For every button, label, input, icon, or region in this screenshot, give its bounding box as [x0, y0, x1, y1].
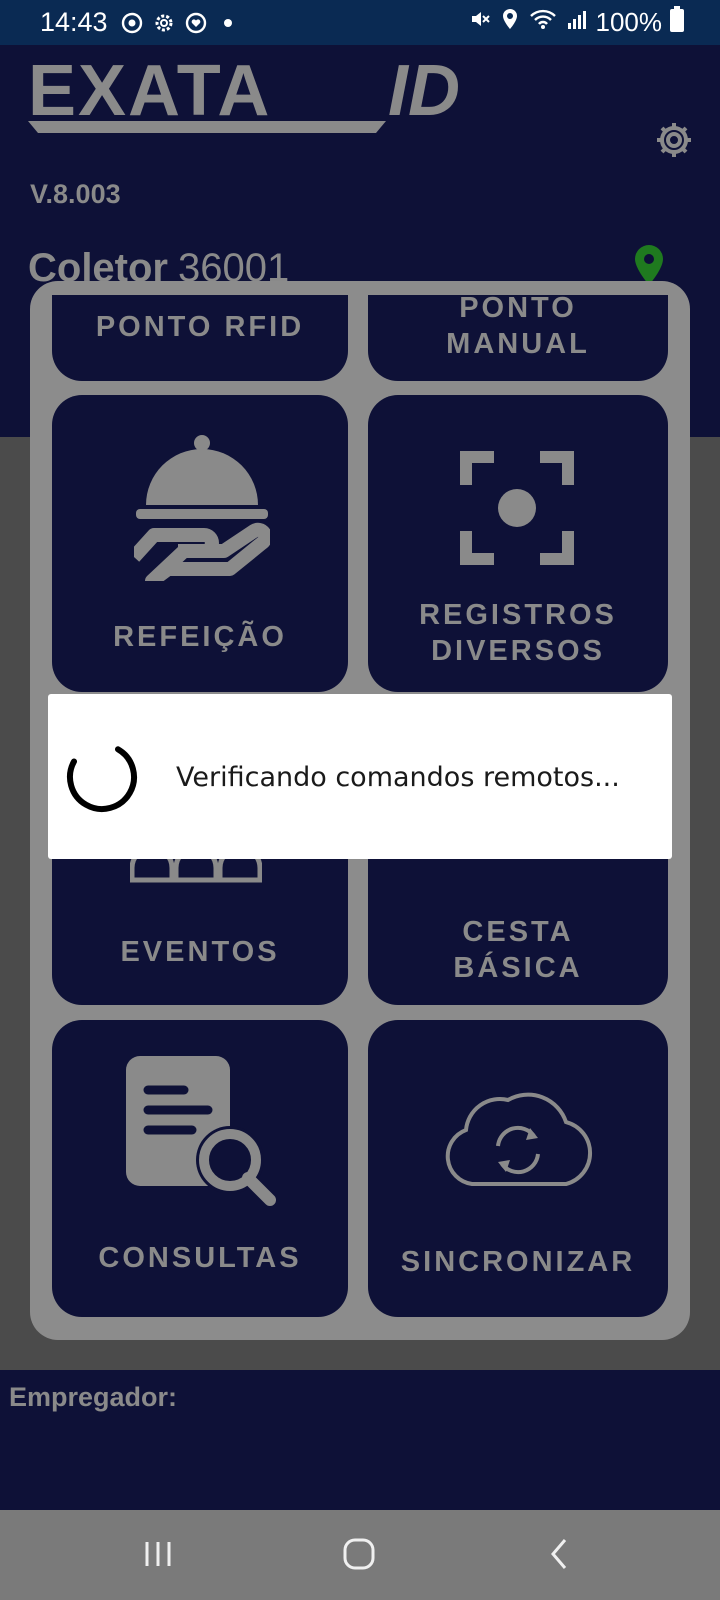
- system-nav-bar: [0, 1510, 720, 1600]
- registros-label-1: REGISTROS: [419, 599, 617, 631]
- cesta-label-2: BÁSICA: [453, 952, 583, 984]
- registros-label-2: DIVERSOS: [431, 635, 605, 667]
- svg-text:EXATA: EXATA: [28, 53, 271, 131]
- refeicao-button[interactable]: REFEIÇÃO: [52, 395, 348, 692]
- status-bar: 14:43 100%: [0, 0, 720, 45]
- consultas-button[interactable]: CONSULTAS: [52, 1020, 348, 1317]
- dot-icon: [214, 9, 242, 37]
- sync-icon: [118, 9, 146, 37]
- recent-apps-icon[interactable]: [133, 1532, 183, 1576]
- ponto-manual-label-2: MANUAL: [446, 328, 590, 360]
- empregador-bar: Empregador:: [0, 1370, 720, 1510]
- home-icon[interactable]: [334, 1532, 384, 1576]
- consultas-label: CONSULTAS: [98, 1242, 302, 1274]
- wifi-icon: [528, 7, 558, 38]
- ponto-manual-button[interactable]: PONTO MANUAL: [368, 292, 668, 381]
- exata-id-logo: EXATA ID: [28, 53, 460, 133]
- serving-tray-icon: [134, 435, 270, 581]
- registros-diversos-button[interactable]: REGISTROS DIVERSOS: [368, 395, 668, 692]
- battery-icon: [670, 6, 684, 39]
- eventos-label: EVENTOS: [120, 936, 280, 968]
- focus-camera-icon: [460, 451, 574, 565]
- cloud-sync-icon: [445, 1092, 593, 1186]
- mute-icon: [468, 7, 492, 38]
- status-time: 14:43: [40, 7, 108, 37]
- back-icon[interactable]: [535, 1532, 585, 1576]
- document-search-icon: [126, 1056, 276, 1206]
- loading-message: Verificando comandos remotos...: [176, 762, 620, 793]
- empregador-label: Empregador:: [9, 1382, 178, 1412]
- ponto-rfid-button[interactable]: PONTO RFID: [52, 295, 348, 381]
- gear-icon[interactable]: [654, 120, 694, 160]
- sincronizar-button[interactable]: SINCRONIZAR: [368, 1020, 668, 1317]
- loading-dialog: Verificando comandos remotos...: [48, 694, 672, 859]
- settings-icon: [150, 9, 178, 37]
- ponto-manual-label-1: PONTO: [459, 292, 577, 324]
- loading-spinner-icon: [67, 742, 137, 812]
- location-icon: [500, 7, 520, 38]
- refeicao-label: REFEIÇÃO: [113, 621, 287, 653]
- svg-text:ID: ID: [388, 53, 460, 131]
- app-version: V.8.003: [30, 179, 121, 209]
- battery-percent: 100%: [595, 7, 663, 37]
- sincronizar-label: SINCRONIZAR: [400, 1246, 636, 1278]
- signal-icon: [566, 7, 588, 38]
- cesta-label-1: CESTA: [462, 916, 574, 948]
- heart-icon: [182, 9, 210, 37]
- ponto-rfid-label: PONTO RFID: [95, 311, 305, 343]
